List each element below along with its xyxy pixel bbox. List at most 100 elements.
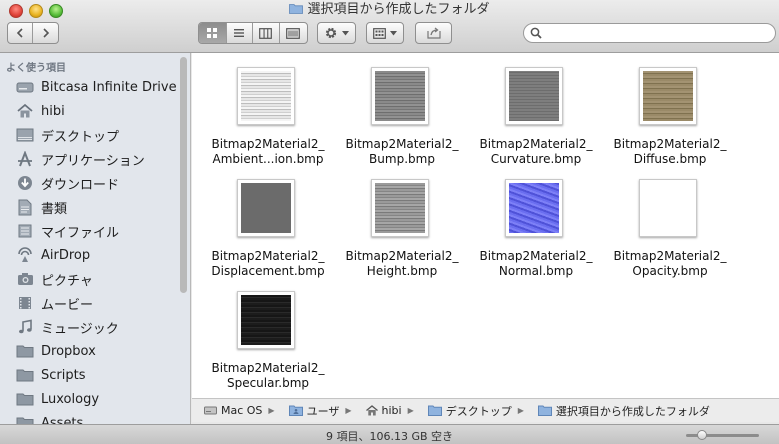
folder-icon [16, 390, 34, 408]
sidebar-item-pictures[interactable]: ピクチャ [0, 267, 180, 291]
path-crumb-hibi[interactable]: hibi ▶ [352, 404, 414, 417]
icon-grid-icon [207, 28, 218, 38]
music-icon [16, 318, 34, 336]
coverflow-view-button[interactable] [280, 23, 307, 43]
sidebar-item-applications[interactable]: アプリケーション [0, 147, 180, 171]
file-name-line2: Normal.bmp [498, 264, 574, 278]
airdrop-icon [16, 246, 34, 264]
file-name-line2: Ambient...ion.bmp [212, 152, 324, 166]
downloads-icon [16, 174, 34, 192]
sidebar-item-documents[interactable]: 書類 [0, 195, 180, 219]
file-item[interactable]: Bitmap2Material2_ Displacement.bmp [199, 179, 329, 287]
back-forward-control [7, 22, 59, 44]
file-name-line2: Diffuse.bmp [633, 152, 707, 166]
file-thumbnail [371, 67, 429, 125]
path-crumb-desktop[interactable]: デスクトップ ▶ [414, 403, 524, 419]
file-item[interactable]: Bitmap2Material2_ Curvature.bmp [467, 67, 597, 175]
folder-icon [16, 342, 34, 360]
share-icon [426, 27, 441, 39]
sidebar-item-luxology[interactable]: Luxology [0, 387, 180, 411]
file-thumbnail [505, 179, 563, 237]
sidebar-scrollbar[interactable] [180, 57, 187, 293]
path-crumb-label: デスクトップ [445, 404, 512, 418]
column-view-button[interactable] [253, 23, 280, 43]
arrange-menu-button[interactable] [366, 22, 404, 44]
file-item[interactable]: Bitmap2Material2_ Normal.bmp [467, 179, 597, 287]
sidebar-item-movies[interactable]: ムービー [0, 291, 180, 315]
file-name-line1: Bitmap2Material2_ [345, 249, 459, 263]
list-icon [234, 29, 245, 37]
search-field[interactable] [523, 23, 776, 43]
file-name-line1: Bitmap2Material2_ [479, 137, 593, 151]
file-name-line1: Bitmap2Material2_ [345, 137, 459, 151]
file-name-line1: Bitmap2Material2_ [613, 137, 727, 151]
file-name-line1: Bitmap2Material2_ [211, 361, 325, 375]
file-name-line1: Bitmap2Material2_ [211, 137, 325, 151]
file-item[interactable]: Bitmap2Material2_ Opacity.bmp [601, 179, 731, 287]
window-title-text: 選択項目から作成したフォルダ [307, 2, 490, 17]
sidebar-item-label: Assets [41, 415, 84, 425]
file-name-line2: Curvature.bmp [490, 152, 582, 166]
sidebar-item-label: Bitcasa Infinite Drive [41, 79, 177, 95]
back-button[interactable] [8, 23, 34, 43]
status-bar: 9 項目、106.13 GB 空き [0, 424, 779, 444]
sidebar-item-hibi[interactable]: hibi [0, 99, 180, 123]
folder-icon [16, 414, 34, 424]
drive-icon [16, 78, 34, 96]
sidebar-heading-favorites: よく使う項目 [6, 63, 66, 74]
list-view-button[interactable] [227, 23, 254, 43]
path-crumb-macos[interactable]: Mac OS ▶ [192, 404, 275, 417]
path-crumb-current-folder[interactable]: 選択項目から作成したフォルダ [524, 403, 710, 419]
folder-icon [16, 366, 34, 384]
sidebar-item-airdrop[interactable]: AirDrop [0, 243, 180, 267]
forward-button[interactable] [33, 23, 58, 43]
sidebar-item-label: デスクトップ [41, 129, 120, 145]
sidebar-item-label: マイファイル [41, 225, 120, 241]
folder-icon [537, 405, 552, 416]
folder-icon [427, 405, 442, 416]
file-name-line2: Opacity.bmp [632, 264, 708, 278]
sidebar-item-music[interactable]: ミュージック [0, 315, 180, 339]
file-name-line1: Bitmap2Material2_ [613, 249, 727, 263]
window-toolbar: 選択項目から作成したフォルダ [0, 0, 779, 53]
sidebar-item-scripts[interactable]: Scripts [0, 363, 180, 387]
path-crumb-label: 選択項目から作成したフォルダ [555, 404, 710, 418]
file-name-line1: Bitmap2Material2_ [211, 249, 325, 263]
action-menu-button[interactable] [317, 22, 356, 44]
file-thumbnail [237, 291, 295, 349]
file-name-line2: Height.bmp [366, 264, 438, 278]
sidebar-item-downloads[interactable]: ダウンロード [0, 171, 180, 195]
path-crumb-label: ユーザ [306, 404, 340, 418]
path-bar: Mac OS ▶ ユーザ ▶ hibi ▶ デスクトップ ▶ 選択項目から作成し… [192, 398, 779, 422]
file-thumbnail [237, 179, 295, 237]
file-thumbnail [505, 67, 563, 125]
sidebar-item-label: hibi [41, 103, 65, 119]
sidebar-item-label: Dropbox [41, 343, 96, 359]
sidebar-item-desktop[interactable]: デスクトップ [0, 123, 180, 147]
sidebar-item-label: ムービー [41, 297, 94, 313]
file-item[interactable]: Bitmap2Material2_ Bump.bmp [333, 67, 463, 175]
icon-view-button[interactable] [199, 23, 227, 43]
sidebar-item-label: ピクチャ [41, 273, 93, 289]
file-item[interactable]: Bitmap2Material2_ Diffuse.bmp [601, 67, 731, 175]
chevron-left-icon [16, 28, 23, 38]
sidebar-item-dropbox[interactable]: Dropbox [0, 339, 180, 363]
hard-drive-icon [204, 405, 217, 416]
sidebar: よく使う項目 Bitcasa Infinite Drive hibi デスクトッ… [0, 53, 191, 424]
file-item[interactable]: Bitmap2Material2_ Specular.bmp [199, 291, 329, 399]
documents-icon [16, 198, 34, 216]
icon-size-slider-knob[interactable] [697, 430, 707, 440]
share-button[interactable] [415, 22, 452, 44]
sidebar-item-bitcasa[interactable]: Bitcasa Infinite Drive [0, 75, 180, 99]
file-item[interactable]: Bitmap2Material2_ Height.bmp [333, 179, 463, 287]
gear-icon [325, 27, 337, 39]
file-item[interactable]: Bitmap2Material2_ Ambient...ion.bmp [199, 67, 329, 175]
search-input[interactable] [546, 25, 770, 43]
sidebar-item-label: Scripts [41, 367, 86, 383]
applications-icon [16, 150, 34, 168]
sidebar-item-all-my-files[interactable]: マイファイル [0, 219, 180, 243]
path-crumb-users[interactable]: ユーザ ▶ [275, 403, 352, 419]
file-thumbnail [639, 179, 697, 237]
sidebar-item-assets[interactable]: Assets [0, 411, 180, 424]
file-name-line2: Bump.bmp [369, 152, 435, 166]
